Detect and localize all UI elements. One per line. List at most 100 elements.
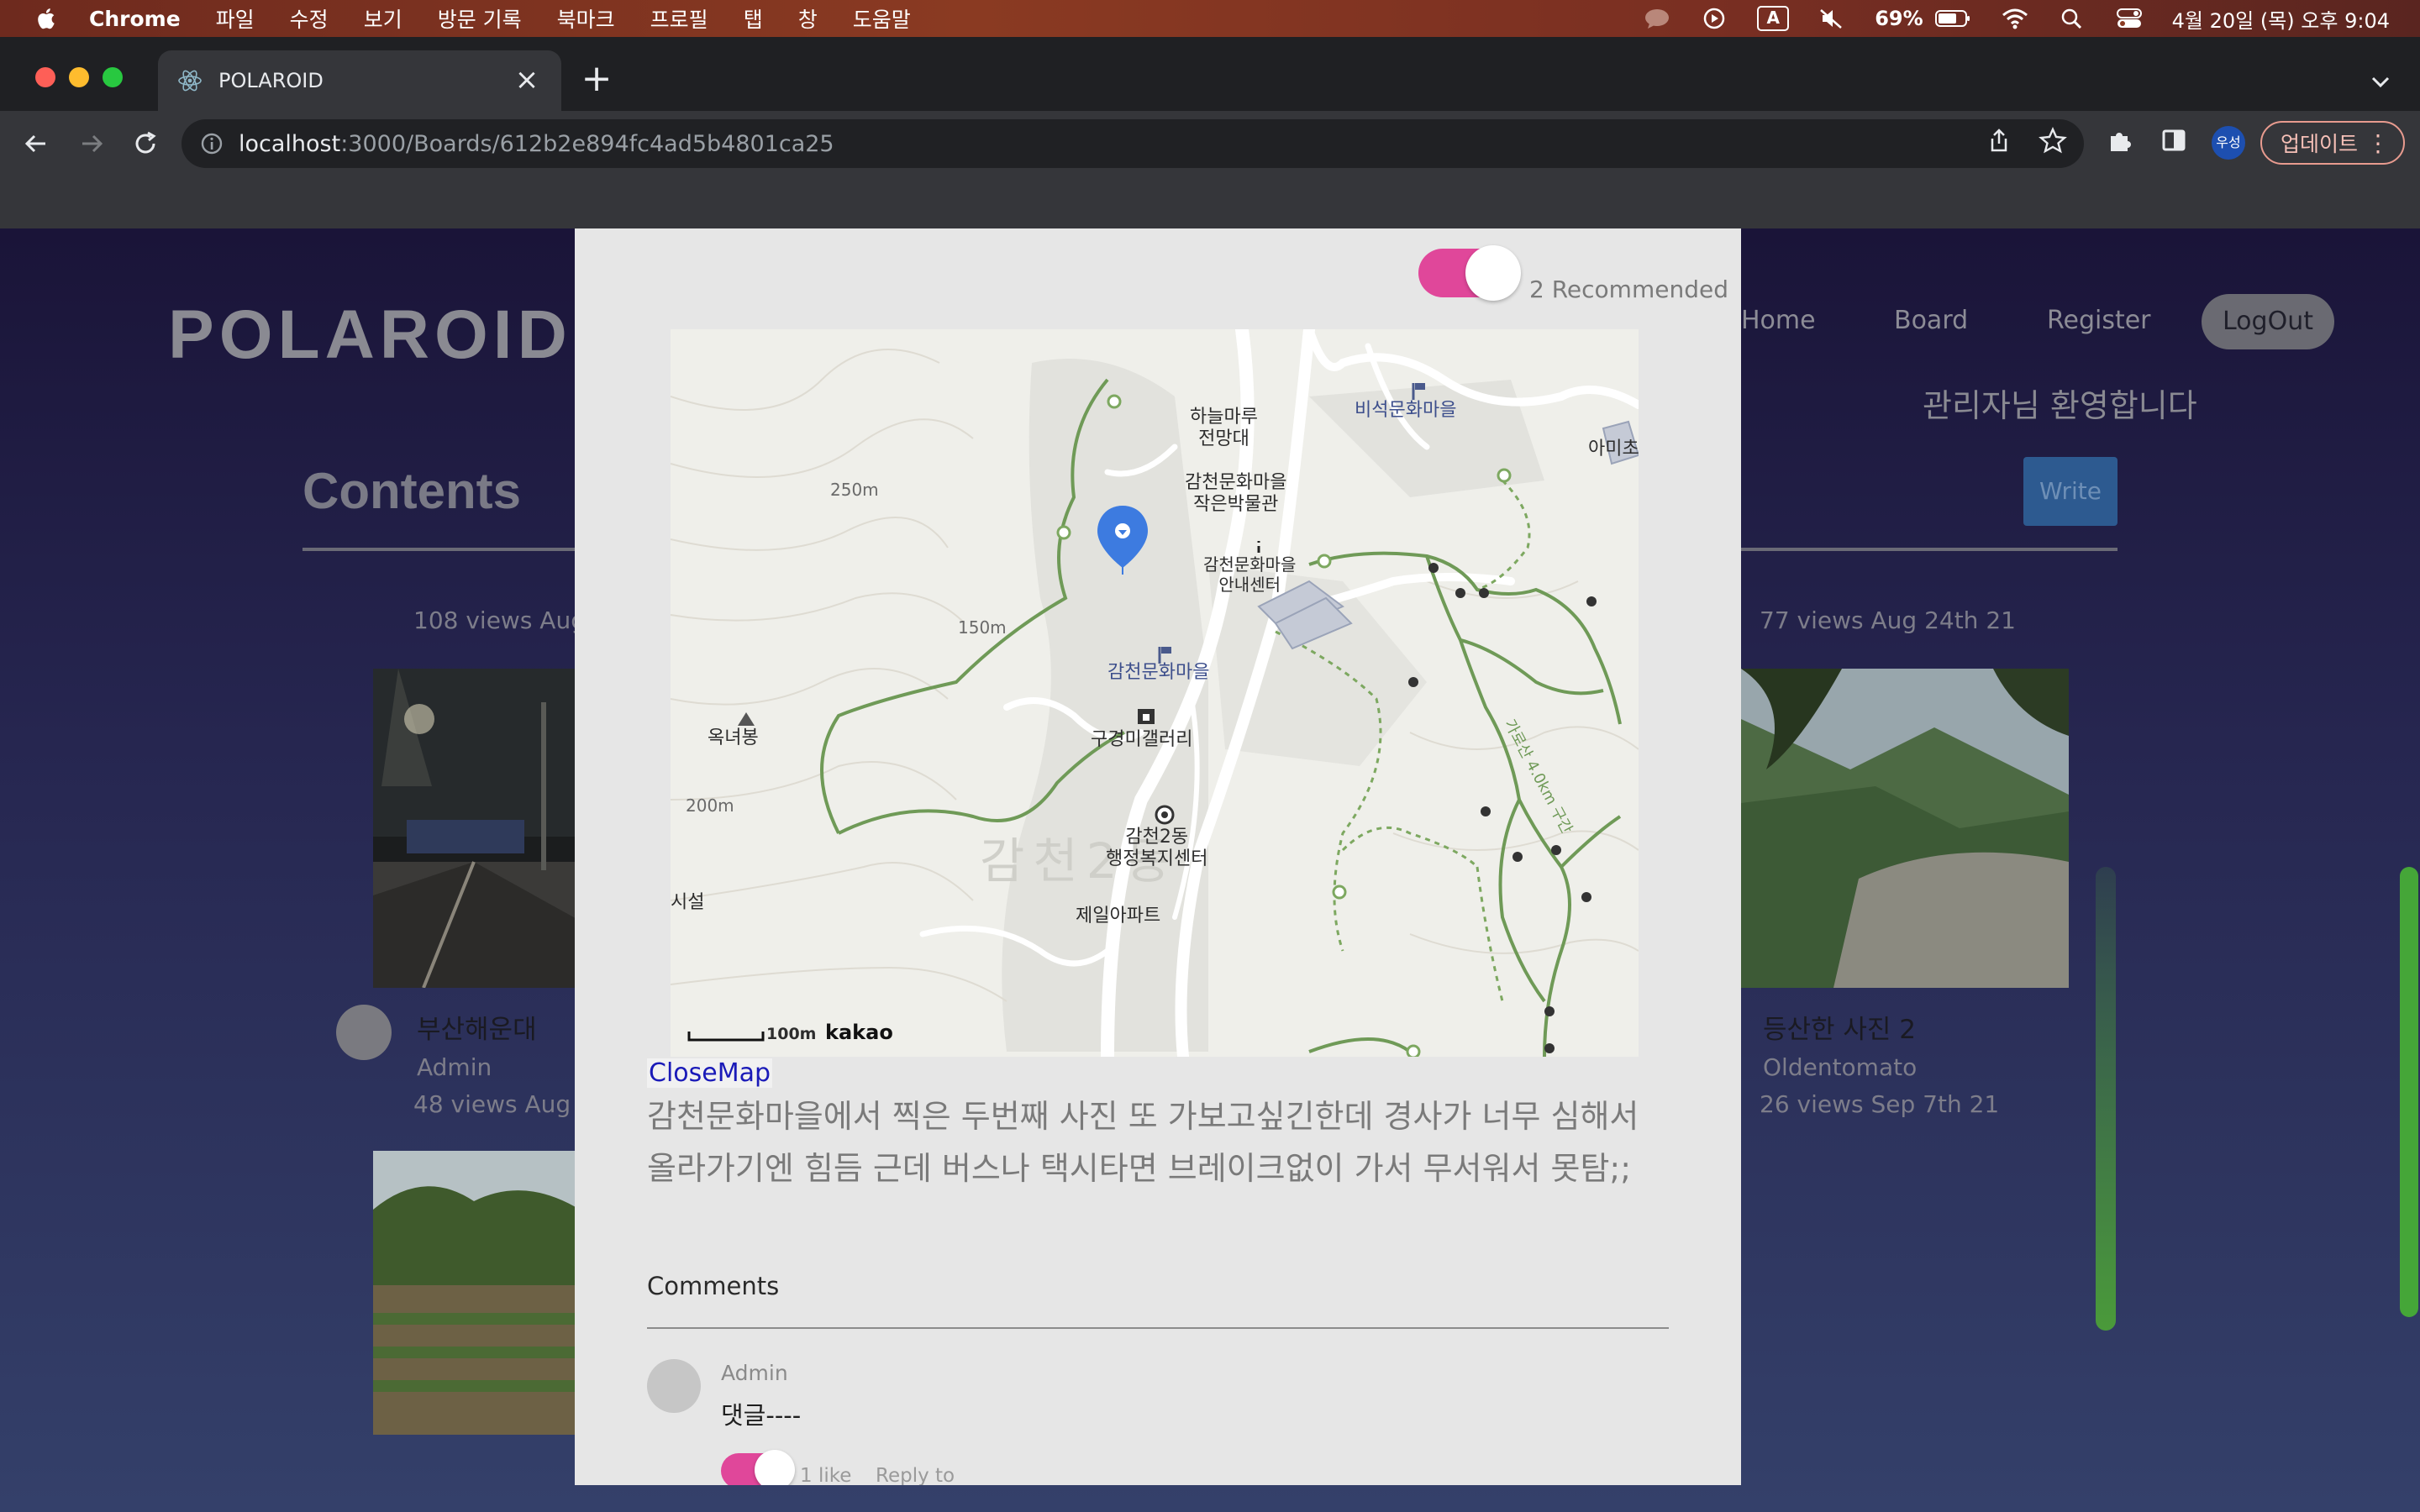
recommend-toggle-knob bbox=[1465, 245, 1521, 301]
card-views: 108 views Aug bbox=[413, 606, 586, 634]
map-label-apt: 제일아파트 bbox=[1076, 906, 1161, 927]
side-panel-icon[interactable] bbox=[2160, 126, 2188, 155]
new-tab-button[interactable]: + bbox=[580, 60, 613, 97]
contents-title: Contents bbox=[302, 463, 521, 519]
reload-icon[interactable] bbox=[129, 128, 161, 160]
menubar-status-area: A 69% 4월 20일 (목) 오후 9:04 bbox=[1643, 0, 2390, 37]
map-contour-label: 200m bbox=[686, 795, 734, 816]
menu-view[interactable]: 보기 bbox=[364, 3, 402, 34]
post-detail-modal: 2 Recommended 감천2동 하늘마루 전망대 비석문화마을 아미초 감… bbox=[575, 228, 1741, 1485]
kakao-map[interactable]: 감천2동 하늘마루 전망대 비석문화마을 아미초 감천문화마을 작은박물관 감천… bbox=[671, 329, 1639, 1057]
back-arrow-icon[interactable] bbox=[20, 128, 52, 160]
battery-percent: 69% bbox=[1875, 7, 1923, 30]
card-title[interactable]: 등산한 사진 2 bbox=[1763, 1008, 1916, 1046]
site-info-icon[interactable] bbox=[200, 132, 224, 155]
map-contour-label: 250m bbox=[830, 480, 879, 500]
logout-button[interactable]: LogOut bbox=[2202, 294, 2334, 349]
menu-chrome[interactable]: Chrome bbox=[89, 7, 181, 31]
welcome-message: 관리자님 환영합니다 bbox=[1923, 387, 2197, 424]
address-bar[interactable]: localhost :3000/Boards/612b2e894fc4ad5b4… bbox=[182, 119, 2084, 168]
control-center-icon[interactable] bbox=[2115, 8, 2144, 29]
url-path: :3000/Boards/612b2e894fc4ad5b4801ca25 bbox=[340, 130, 834, 157]
url-host: localhost bbox=[239, 130, 341, 157]
comment-text: 댓글---- bbox=[721, 1401, 802, 1430]
close-map-link[interactable]: CloseMap bbox=[647, 1058, 773, 1088]
map-scale-label: 100m bbox=[766, 1025, 817, 1043]
battery-icon[interactable] bbox=[1934, 8, 1972, 29]
recommend-count: 2 Recommended bbox=[1529, 276, 1728, 303]
chrome-update-button[interactable]: 업데이트 ⋮ bbox=[2260, 121, 2405, 165]
recommend-toggle[interactable] bbox=[1418, 245, 1521, 301]
scrollbar-thumb[interactable] bbox=[2400, 867, 2418, 1317]
react-favicon-icon bbox=[178, 70, 202, 92]
site-logo[interactable]: POLAROID bbox=[168, 296, 572, 375]
post-description: 감천문화마을에서 찍은 두번째 사진 또 가보고싶긴한데 경사가 너무 심해서 … bbox=[647, 1098, 1639, 1187]
input-source-indicator[interactable]: A bbox=[1757, 6, 1790, 31]
forward-arrow-icon[interactable] bbox=[76, 128, 108, 160]
nav-register[interactable]: Register bbox=[2047, 306, 2151, 335]
tab-title: POLAROID bbox=[218, 69, 324, 92]
profile-avatar[interactable]: 우성 bbox=[2212, 126, 2245, 160]
tab-close-icon[interactable]: × bbox=[513, 66, 541, 94]
chat-bubble-icon[interactable] bbox=[1643, 8, 1671, 29]
bookmark-star-icon[interactable] bbox=[2039, 126, 2067, 155]
comments-divider bbox=[647, 1327, 1669, 1329]
browser-tab-active[interactable]: POLAROID × bbox=[158, 50, 561, 111]
card-title[interactable]: 부산해운대 bbox=[417, 1008, 537, 1046]
more-menu-icon[interactable]: ⋮ bbox=[2366, 129, 2390, 157]
card-author: Oldentomato bbox=[1763, 1053, 1918, 1081]
card-photo-street[interactable] bbox=[373, 669, 580, 988]
map-label-village: 감천문화마을 bbox=[1107, 662, 1210, 683]
menu-tab[interactable]: 탭 bbox=[744, 3, 763, 34]
menubar-clock[interactable]: 4월 20일 (목) 오후 9:04 bbox=[2172, 4, 2390, 34]
menu-edit[interactable]: 수정 bbox=[290, 3, 329, 34]
comment-like-toggle[interactable] bbox=[721, 1450, 795, 1485]
map-base bbox=[671, 329, 1639, 1057]
macos-menubar: Chrome 파일 수정 보기 방문 기록 북마크 프로필 탭 창 도움말 A … bbox=[0, 0, 2420, 37]
map-label-info-center: 감천문화마을 안내센터 bbox=[1203, 554, 1297, 595]
map-label-facility: 시설 bbox=[671, 892, 705, 913]
tab-search-chevron-icon[interactable] bbox=[2366, 67, 2395, 96]
update-label: 업데이트 bbox=[2281, 132, 2359, 156]
menu-file[interactable]: 파일 bbox=[216, 3, 255, 34]
comments-heading: Comments bbox=[647, 1272, 780, 1300]
comment-like-count: 1 like bbox=[800, 1465, 852, 1485]
window-zoom-button[interactable] bbox=[103, 67, 123, 87]
share-icon[interactable] bbox=[1985, 126, 2013, 155]
menu-history[interactable]: 방문 기록 bbox=[438, 3, 522, 34]
menu-help[interactable]: 도움말 bbox=[853, 3, 911, 34]
map-label-gallery: 구경미갤러리 bbox=[1091, 729, 1193, 750]
map-label-museum: 감천문화마을 작은박물관 bbox=[1185, 472, 1287, 515]
comment-reply-link[interactable]: Reply to bbox=[876, 1465, 955, 1485]
menu-window[interactable]: 창 bbox=[798, 3, 818, 34]
menu-profile[interactable]: 프로필 bbox=[650, 3, 708, 34]
extensions-puzzle-icon[interactable] bbox=[2106, 126, 2134, 155]
window-minimize-button[interactable] bbox=[69, 67, 89, 87]
page-scroll-indicator bbox=[2096, 867, 2116, 1331]
map-label-okneo: 옥녀봉 bbox=[708, 727, 759, 748]
map-label-office: 감천2동 행정복지센터 bbox=[1106, 827, 1208, 869]
map-label-ami: 아미초 bbox=[1588, 438, 1639, 459]
play-circle-icon[interactable] bbox=[1700, 8, 1728, 29]
card-views: 77 views Aug 24th 21 bbox=[1760, 606, 2016, 634]
card-views: 48 views Aug bbox=[413, 1090, 571, 1118]
spotlight-search-icon[interactable] bbox=[2058, 8, 2086, 29]
mute-speaker-icon[interactable] bbox=[1818, 8, 1846, 29]
kakao-logo[interactable]: kakao bbox=[825, 1021, 893, 1043]
card-avatar bbox=[336, 1005, 392, 1060]
card-photo-garden[interactable] bbox=[373, 1151, 580, 1435]
wifi-icon[interactable] bbox=[2001, 8, 2029, 29]
card-views: 26 views Sep 7th 21 bbox=[1760, 1090, 2000, 1118]
browser-gap-bar bbox=[0, 175, 2420, 228]
map-contour-label: 150m bbox=[958, 617, 1007, 638]
nav-home[interactable]: Home bbox=[1741, 306, 1816, 335]
write-button[interactable]: Write bbox=[2023, 457, 2118, 526]
apple-icon[interactable] bbox=[35, 7, 55, 30]
browser-toolbar: localhost :3000/Boards/612b2e894fc4ad5b4… bbox=[0, 111, 2420, 175]
window-close-button[interactable] bbox=[35, 67, 55, 87]
comment-like-toggle-knob bbox=[755, 1450, 795, 1485]
card-photo-mountain[interactable] bbox=[1741, 669, 2069, 988]
map-label-haneul: 하늘마루 전망대 bbox=[1190, 407, 1258, 449]
menu-bookmarks[interactable]: 북마크 bbox=[557, 3, 615, 34]
nav-board[interactable]: Board bbox=[1894, 306, 1968, 335]
